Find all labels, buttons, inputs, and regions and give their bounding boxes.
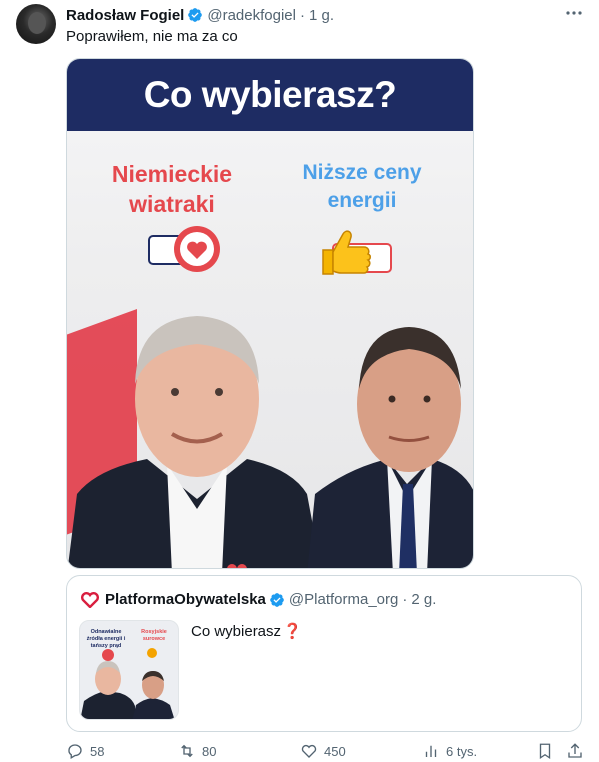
image-title: Co wybierasz? xyxy=(143,74,397,115)
share-button[interactable] xyxy=(566,742,590,760)
option-left-label: Niemieckie wiatraki xyxy=(111,161,233,217)
question-mark-emoji: ❓ xyxy=(283,623,302,640)
quoted-timestamp[interactable]: 2 g. xyxy=(411,591,436,608)
thumbs-up-toggle-icon xyxy=(322,230,392,275)
tweet[interactable]: Radosław Fogiel @radekfogiel · 1 g. Popr… xyxy=(0,0,599,760)
reply-count: 58 xyxy=(90,743,105,759)
quoted-tweet[interactable]: PlatformaObywatelska @Platforma_org · 2 … xyxy=(66,575,582,732)
tweet-header: Radosław Fogiel @radekfogiel · 1 g. xyxy=(66,6,334,24)
more-dots-icon[interactable] xyxy=(565,5,583,21)
quoted-text: Co wybierasz ❓ xyxy=(191,622,302,641)
views-chart-icon xyxy=(425,745,437,757)
reply-icon xyxy=(68,744,82,759)
person-left-photo xyxy=(67,316,321,568)
author-name[interactable]: Radosław Fogiel xyxy=(66,7,184,24)
quoted-author-name[interactable]: PlatformaObywatelska xyxy=(105,591,266,608)
retweet-icon xyxy=(181,744,193,758)
person-right-photo xyxy=(307,327,473,568)
views-count: 6 tys. xyxy=(446,743,478,759)
thumb-photo xyxy=(80,648,175,719)
share-icon xyxy=(568,743,582,758)
verified-badge-icon xyxy=(188,8,203,22)
heart-toggle-icon xyxy=(148,226,220,272)
quoted-image-thumbnail[interactable]: Odnawialne źródła energii i tańszy prąd … xyxy=(79,620,179,720)
tweet-text: Poprawiłem, nie ma za co xyxy=(66,28,238,45)
verified-badge-icon xyxy=(270,592,284,607)
heart-icon xyxy=(301,744,317,758)
bookmark-button[interactable] xyxy=(536,742,560,760)
retweet-count: 80 xyxy=(202,743,217,759)
platforma-heart-logo-icon xyxy=(81,591,99,608)
option-right-label: Niższe ceny energii xyxy=(302,161,422,212)
author-handle[interactable]: @radekfogiel xyxy=(207,7,296,24)
like-button[interactable]: 450 xyxy=(300,742,346,760)
bookmark-icon xyxy=(539,743,551,760)
tweet-image[interactable]: Co wybierasz? Niemieckie wiatraki Niższe… xyxy=(66,58,474,569)
image-banner: Co wybierasz? xyxy=(67,59,473,131)
quoted-text-body: Co wybierasz xyxy=(191,622,282,640)
separator: · xyxy=(299,6,305,24)
avatar[interactable] xyxy=(16,4,56,44)
retweet-button[interactable]: 80 xyxy=(178,742,216,760)
like-count: 450 xyxy=(324,743,346,759)
quoted-handle[interactable]: @Platforma_org xyxy=(289,591,398,608)
timestamp[interactable]: 1 g. xyxy=(309,7,334,24)
tweet-actions: 58 80 450 6 tys. xyxy=(66,742,582,762)
separator: · xyxy=(402,591,408,608)
reply-button[interactable]: 58 xyxy=(66,742,104,760)
views-button[interactable]: 6 tys. xyxy=(422,742,477,760)
quoted-header: PlatformaObywatelska @Platforma_org · 2 … xyxy=(81,591,436,608)
